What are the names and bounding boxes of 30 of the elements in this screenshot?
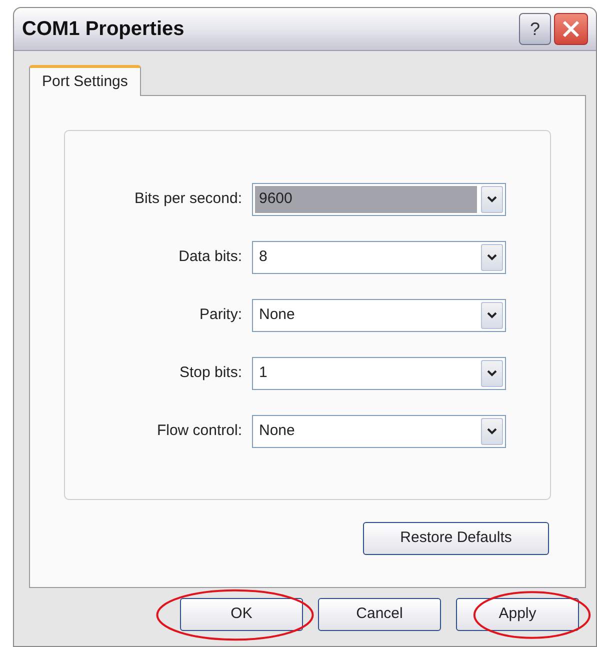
chevron-down-icon [487,254,497,260]
restore-defaults-button[interactable]: Restore Defaults [363,522,549,555]
dropdown-button[interactable] [481,186,503,212]
chevron-down-icon [487,428,497,434]
chevron-down-icon [487,196,497,202]
window-title: COM1 Properties [22,17,186,42]
help-button[interactable]: ? [519,13,551,45]
dialog-button[interactable]: OK [180,598,303,631]
dropdown-field[interactable]: 9600 [252,182,506,216]
close-button[interactable] [554,13,588,45]
dropdown-button[interactable] [481,360,503,386]
field-label: Stop bits: [178,362,242,383]
close-icon [562,20,580,38]
dropdown-field[interactable]: None [252,298,506,332]
dialog-button[interactable]: Cancel [318,598,441,631]
dropdown-field[interactable]: None [252,414,506,448]
field-label: Data bits: [178,246,242,267]
dropdown-button[interactable] [481,244,503,270]
dropdown-field[interactable]: 8 [252,240,506,274]
dialog-button[interactable]: Apply [456,598,579,631]
field-label: Parity: [198,304,242,325]
dropdown-field[interactable]: 1 [252,356,506,390]
field-label: Flow control: [156,420,242,441]
tab[interactable]: Port Settings [29,65,141,96]
dropdown-button[interactable] [481,302,503,328]
dropdown-button[interactable] [481,418,503,444]
dropdown-value: 9600 [255,186,477,212]
chevron-down-icon [487,312,497,318]
chevron-down-icon [487,370,497,376]
field-label: Bits per second: [133,188,242,209]
